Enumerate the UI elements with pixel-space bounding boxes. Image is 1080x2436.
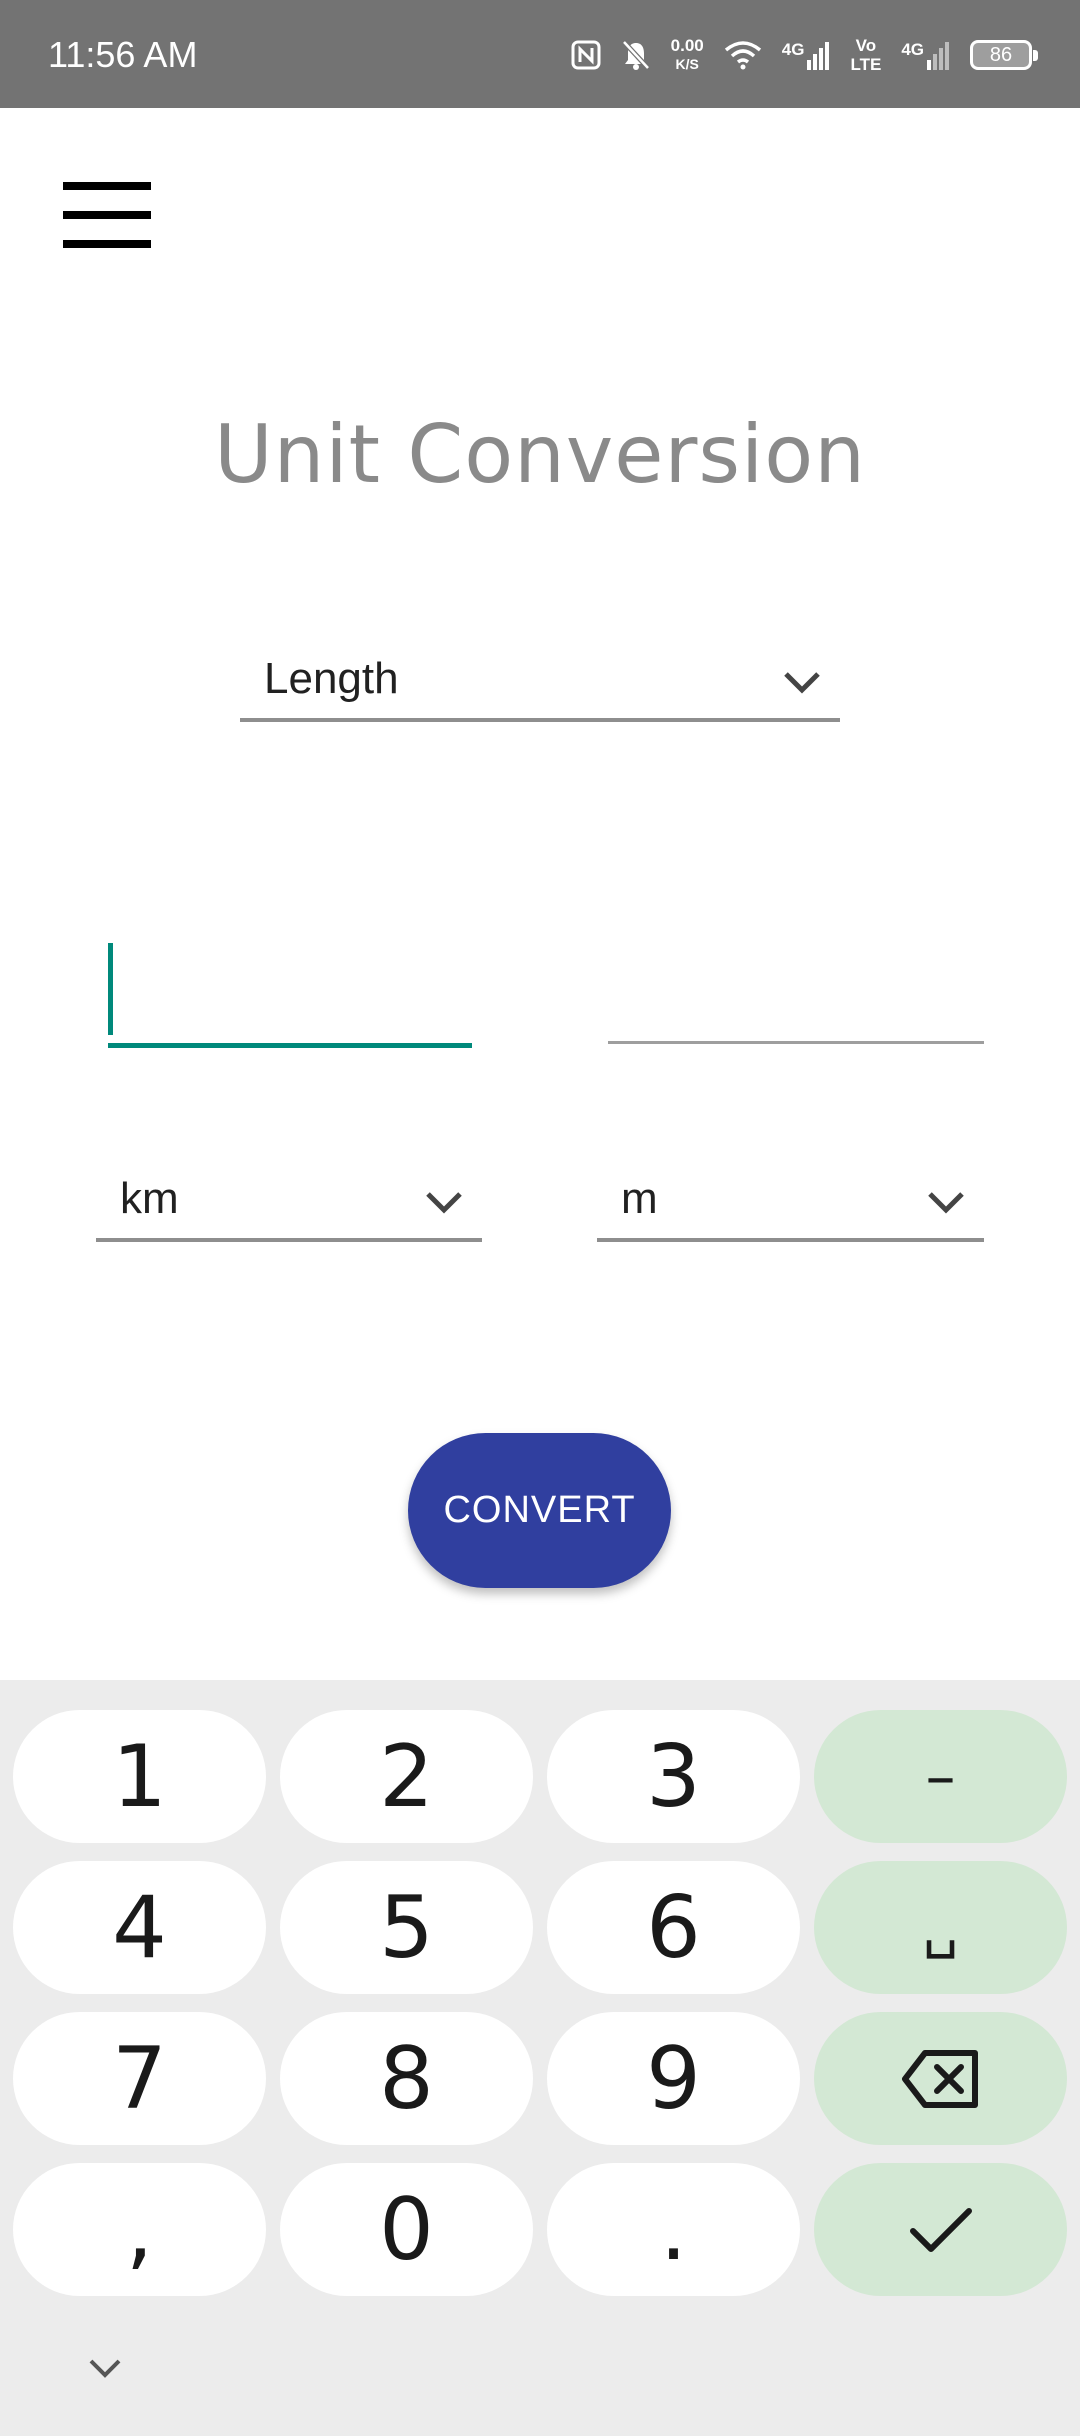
network-type-1: 4G bbox=[781, 40, 805, 59]
key-label: 1 bbox=[112, 1726, 167, 1827]
key-label: – bbox=[925, 1741, 956, 1812]
key-1[interactable]: 1 bbox=[13, 1710, 266, 1843]
key-6[interactable]: 6 bbox=[547, 1861, 800, 1994]
keyboard-hide-chevron-icon[interactable] bbox=[88, 2358, 122, 2380]
key-label: 5 bbox=[379, 1877, 434, 1978]
chevron-down-icon bbox=[784, 672, 820, 694]
menu-icon-bar bbox=[63, 240, 151, 248]
check-icon bbox=[909, 2207, 972, 2252]
key-label: 9 bbox=[646, 2028, 701, 2129]
key-backspace[interactable] bbox=[814, 2012, 1067, 2145]
key-4[interactable]: 4 bbox=[13, 1861, 266, 1994]
chevron-down-icon bbox=[928, 1192, 964, 1214]
key-label: 7 bbox=[112, 2028, 167, 2129]
key-label: 6 bbox=[646, 1877, 701, 1978]
key-label: 8 bbox=[379, 2028, 434, 2129]
chevron-down-icon bbox=[426, 1192, 462, 1214]
key-label: . bbox=[659, 2179, 688, 2280]
key-2[interactable]: 2 bbox=[280, 1710, 533, 1843]
network-type-2: 4G bbox=[901, 40, 924, 59]
key-7[interactable]: 7 bbox=[13, 2012, 266, 2145]
volte-bottom: LTE bbox=[850, 55, 882, 74]
from-unit-selected: km bbox=[120, 1174, 179, 1223]
battery-icon: 86 bbox=[970, 40, 1038, 70]
status-time: 11:56 AM bbox=[48, 34, 198, 75]
signal-weak-icon bbox=[927, 42, 949, 70]
key-3[interactable]: 3 bbox=[547, 1710, 800, 1843]
key-9[interactable]: 9 bbox=[547, 2012, 800, 2145]
volte-label: Vo LTE bbox=[850, 36, 881, 74]
key-label: 2 bbox=[379, 1726, 434, 1827]
menu-icon-bar bbox=[63, 182, 151, 190]
backspace-icon bbox=[901, 2049, 978, 2108]
menu-button[interactable] bbox=[60, 182, 154, 248]
net-speed: 0.00 K/S bbox=[671, 36, 704, 74]
signal-group-2: 4G bbox=[901, 40, 950, 70]
text-cursor bbox=[108, 943, 113, 1035]
key-done[interactable] bbox=[814, 2163, 1067, 2296]
key-8[interactable]: 8 bbox=[280, 2012, 533, 2145]
key-period[interactable]: . bbox=[547, 2163, 800, 2296]
category-dropdown[interactable]: Length bbox=[240, 630, 840, 722]
key-label: , bbox=[125, 2179, 154, 2280]
page-title: Unit Conversion bbox=[214, 408, 866, 501]
signal-group-1: 4G bbox=[782, 40, 831, 70]
to-value-output[interactable] bbox=[608, 940, 984, 1044]
battery-level: 86 bbox=[989, 43, 1013, 66]
status-bar: 11:56 AM 0.00 K/S 4G Vo LTE 4G 86 bbox=[0, 0, 1080, 108]
net-speed-value: 0.00 bbox=[670, 36, 704, 55]
menu-icon-bar bbox=[63, 211, 151, 219]
key-label: 0 bbox=[379, 2179, 434, 2280]
net-speed-unit: K/S bbox=[675, 56, 699, 72]
numeric-keyboard: 1 2 3 – 4 5 6 ␣ 7 8 9 , 0 . bbox=[0, 1680, 1080, 2436]
key-0[interactable]: 0 bbox=[280, 2163, 533, 2296]
nfc-icon bbox=[571, 40, 601, 70]
from-value-input[interactable] bbox=[108, 940, 472, 1048]
key-label: 3 bbox=[646, 1726, 701, 1827]
wifi-icon bbox=[724, 41, 761, 70]
key-comma[interactable]: , bbox=[13, 2163, 266, 2296]
bell-off-icon bbox=[621, 40, 650, 70]
key-5[interactable]: 5 bbox=[280, 1861, 533, 1994]
key-space[interactable]: ␣ bbox=[814, 1861, 1067, 1994]
to-unit-dropdown[interactable]: m bbox=[597, 1150, 984, 1242]
from-unit-dropdown[interactable]: km bbox=[96, 1150, 482, 1242]
status-icons: 0.00 K/S 4G Vo LTE 4G 86 bbox=[571, 30, 1038, 80]
key-label: 4 bbox=[112, 1877, 167, 1978]
category-selected: Length bbox=[264, 654, 399, 703]
convert-button[interactable]: CONVERT bbox=[408, 1433, 671, 1588]
to-unit-selected: m bbox=[621, 1174, 658, 1223]
signal-icon bbox=[807, 42, 830, 70]
key-minus[interactable]: – bbox=[814, 1710, 1067, 1843]
key-label: ␣ bbox=[922, 1895, 959, 1960]
volte-top: Vo bbox=[855, 36, 877, 55]
